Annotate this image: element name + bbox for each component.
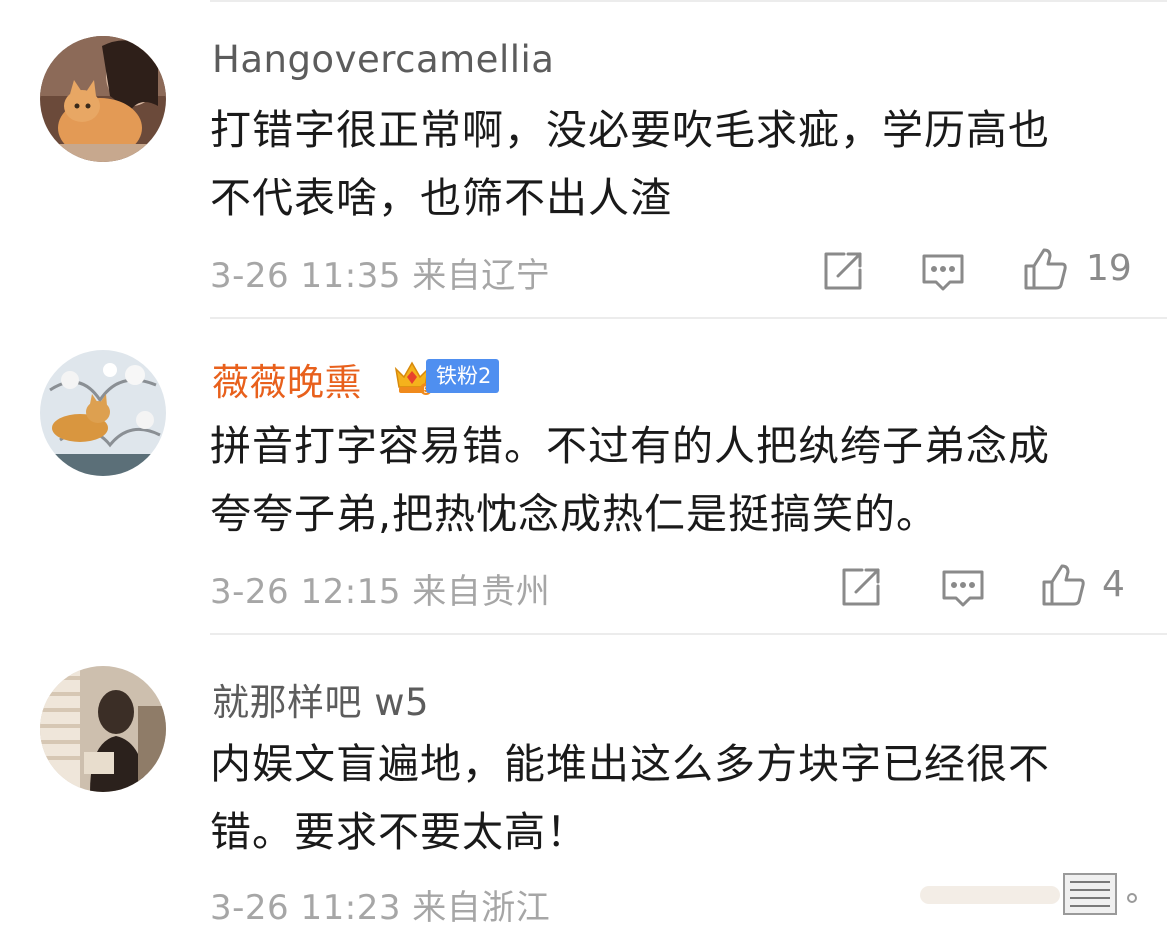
watermark-logo (920, 873, 1137, 915)
thumbs-up-icon[interactable] (1022, 246, 1068, 292)
like-count: 19 (1086, 248, 1132, 289)
username[interactable]: Hangovercamellia (212, 38, 554, 81)
like-count: 4 (1102, 564, 1125, 605)
comment-text-line: 错。要求不要太高！ (210, 808, 588, 856)
share-icon[interactable] (838, 564, 884, 610)
avatar[interactable] (40, 666, 166, 792)
avatar-image (40, 666, 166, 792)
divider (210, 633, 1167, 635)
comment-meta: 3-26 11:23 来自浙江 (210, 888, 551, 928)
badge-label: 铁粉2 (426, 359, 500, 393)
divider (210, 0, 1167, 2)
thumbs-up-icon[interactable] (1040, 562, 1086, 608)
username[interactable]: 就那样吧 w5 (212, 672, 429, 726)
username[interactable]: 薇薇晚熏 (212, 352, 362, 406)
comment-icon[interactable] (940, 564, 986, 610)
comment-meta: 3-26 12:15 来自贵州 (210, 572, 551, 612)
comment-text-line: 不代表啥，也筛不出人渣 (210, 174, 672, 222)
comment-text: 打错字很正常啊，没必要吹毛求疵，学历高也 不代表啥，也筛不出人渣 (210, 96, 1140, 232)
divider (210, 317, 1167, 319)
avatar[interactable] (40, 36, 166, 162)
share-icon[interactable] (820, 248, 866, 294)
comment-text-line: 夸夸子弟,把热忱念成热仁是挺搞笑的。 (210, 490, 939, 538)
comment-text: 拼音打字容易错。不过有的人把纨绔子弟念成 夸夸子弟,把热忱念成热仁是挺搞笑的。 (210, 412, 1140, 548)
comment-text-line: 打错字很正常啊，没必要吹毛求疵，学历高也 (210, 106, 1050, 154)
fan-badge[interactable]: 5 铁粉2 (392, 355, 500, 397)
comment-text-line: 拼音打字容易错。不过有的人把纨绔子弟念成 (210, 422, 1050, 470)
comment-meta: 3-26 11:35 来自辽宁 (210, 256, 551, 296)
avatar[interactable] (40, 350, 166, 476)
avatar-image (40, 350, 166, 476)
comment-list: Hangovercamellia 打错字很正常啊，没必要吹毛求疵，学历高也 不代… (0, 0, 1167, 930)
avatar-image (40, 36, 166, 162)
comment-text-line: 内娱文盲遍地，能堆出这么多方块字已经很不 (210, 740, 1050, 788)
comment-text: 内娱文盲遍地，能堆出这么多方块字已经很不 错。要求不要太高！ (210, 730, 1140, 866)
comment-icon[interactable] (920, 248, 966, 294)
